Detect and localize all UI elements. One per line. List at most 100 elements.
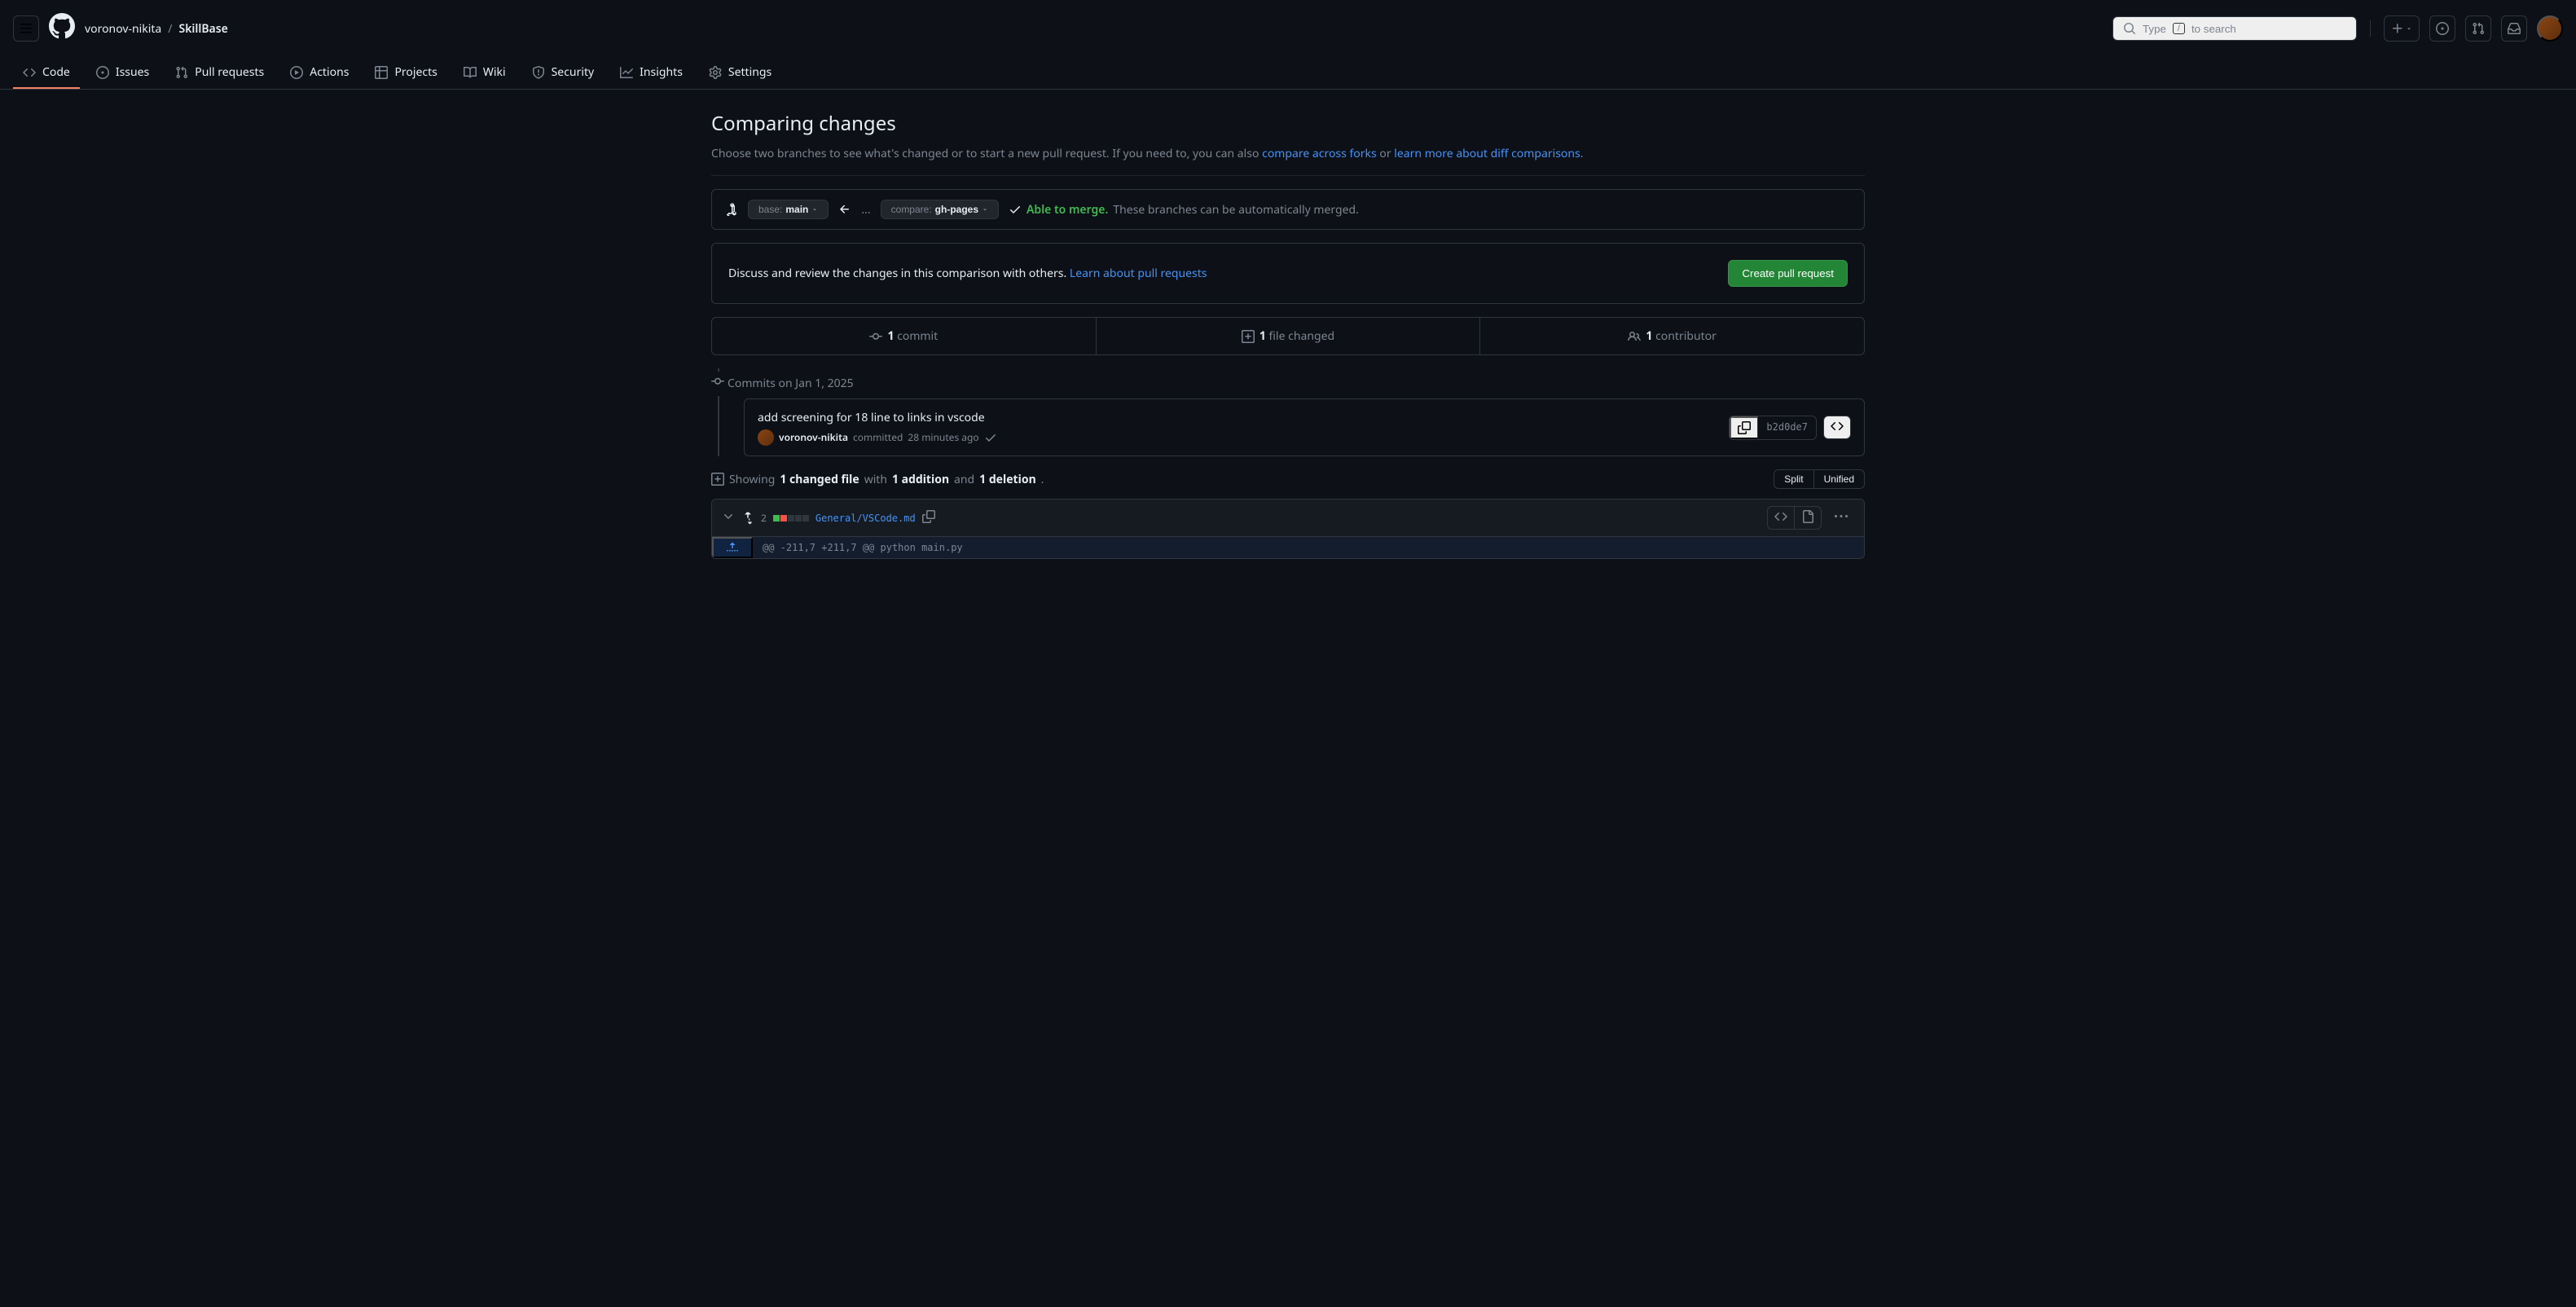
file-header: 2 General/VSCode.md xyxy=(712,499,1864,537)
owner-link[interactable]: voronov-nikita xyxy=(85,20,161,37)
nav-actions[interactable]: Actions xyxy=(280,57,358,89)
learn-more-link[interactable]: learn more about diff comparisons xyxy=(1394,146,1580,161)
learn-pr-link[interactable]: Learn about pull requests xyxy=(1070,266,1207,281)
merge-status: Able to merge. These branches can be aut… xyxy=(1009,201,1359,218)
nav-security[interactable]: Security xyxy=(522,57,604,89)
files-label: file changed xyxy=(1266,328,1334,344)
verified-check-icon xyxy=(984,431,997,444)
search-button[interactable]: Type / to search xyxy=(2112,16,2357,41)
diff-block-neutral xyxy=(802,515,809,521)
commit-title-link[interactable]: add screening for 18 line to links in vs… xyxy=(758,409,997,426)
compare-forks-link[interactable]: compare across forks xyxy=(1262,146,1377,161)
create-new-button[interactable] xyxy=(2384,15,2420,42)
repo-link[interactable]: SkillBase xyxy=(179,20,228,37)
stat-contributors: 1 contributor xyxy=(1480,318,1864,354)
nav-projects[interactable]: Projects xyxy=(365,57,446,89)
git-pull-request-icon xyxy=(2472,22,2485,35)
commit-author-link[interactable]: voronov-nikita xyxy=(779,430,848,445)
diff-block-del xyxy=(780,515,787,521)
people-icon xyxy=(1628,330,1641,343)
page-subtitle: Choose two branches to see what's change… xyxy=(711,145,1865,176)
nav-issues[interactable]: Issues xyxy=(86,57,159,89)
deletion-count: 1 deletion xyxy=(979,471,1036,488)
stat-files: 1 file changed xyxy=(1097,318,1481,354)
filename-link[interactable]: General/VSCode.md xyxy=(815,511,916,526)
copy-sha-button[interactable] xyxy=(1730,416,1758,439)
notifications-button[interactable] xyxy=(2501,15,2527,42)
nav-pulls[interactable]: Pull requests xyxy=(165,57,274,89)
dropdown-caret-icon xyxy=(811,206,818,213)
rendered-view-button[interactable] xyxy=(1795,507,1821,529)
nav-pulls-label: Pull requests xyxy=(195,64,264,81)
diff-stat-count: 2 xyxy=(761,511,767,526)
changed-file-link[interactable]: 1 changed file xyxy=(780,471,859,488)
unified-view-button[interactable]: Unified xyxy=(1814,470,1864,488)
commits-count: 1 xyxy=(887,328,894,344)
diff-summary: Showing 1 changed file with 1 addition a… xyxy=(711,471,1044,488)
breadcrumb: voronov-nikita / SkillBase xyxy=(85,20,228,37)
page-title: Comparing changes xyxy=(711,109,1865,139)
hamburger-menu-button[interactable] xyxy=(13,15,39,42)
arrow-left-icon xyxy=(838,203,851,216)
file-actions-menu-button[interactable] xyxy=(1828,507,1854,529)
pull-requests-button[interactable] xyxy=(2465,15,2491,42)
browse-repo-button[interactable] xyxy=(1823,416,1851,439)
split-view-button[interactable]: Split xyxy=(1774,470,1813,488)
diff-block-neutral xyxy=(795,515,802,521)
stat-commits: 1 commit xyxy=(712,318,1097,354)
compare-branch-select[interactable]: compare: gh-pages xyxy=(881,200,999,219)
code-icon xyxy=(1774,510,1787,523)
compare-label: compare: xyxy=(891,204,932,215)
commit-icon xyxy=(869,330,882,343)
kebab-icon xyxy=(1835,510,1848,523)
dropdown-caret-icon xyxy=(2406,25,2412,32)
discuss-box: Discuss and review the changes in this c… xyxy=(711,243,1865,304)
commit-author-avatar[interactable] xyxy=(758,429,774,446)
nav-settings[interactable]: Settings xyxy=(699,57,781,89)
toggle-diff-button[interactable] xyxy=(722,510,735,526)
expand-up-button[interactable] xyxy=(712,537,753,558)
range-editor: base: main ... compare: gh-pages Able to… xyxy=(711,189,1865,230)
graph-icon xyxy=(620,66,633,79)
file-view-group xyxy=(1767,506,1822,530)
nav-security-label: Security xyxy=(552,64,595,81)
source-view-button[interactable] xyxy=(1768,507,1795,529)
copy-filename-button[interactable] xyxy=(922,510,935,526)
nav-wiki-label: Wiki xyxy=(483,64,506,81)
create-pull-request-button[interactable]: Create pull request xyxy=(1728,260,1848,287)
copy-icon xyxy=(1738,421,1751,434)
diff-block-add xyxy=(773,515,780,521)
main-container: Comparing changes Choose two branches to… xyxy=(685,90,1891,579)
breadcrumb-separator: / xyxy=(168,20,172,37)
sha-link[interactable]: b2d0de7 xyxy=(1758,416,1816,439)
issues-button[interactable] xyxy=(2429,15,2455,42)
nav-code[interactable]: Code xyxy=(13,57,80,89)
check-icon xyxy=(1009,203,1022,216)
commit-meta: voronov-nikita committed 28 minutes ago xyxy=(758,429,997,446)
hunk-row: @@ -211,7 +211,7 @@ python main.py xyxy=(712,537,1864,558)
discuss-text-wrap: Discuss and review the changes in this c… xyxy=(728,265,1207,282)
shield-icon xyxy=(532,66,545,79)
timeline-date: Commits on Jan 1, 2025 xyxy=(728,375,854,392)
commit-timeline: Commits on Jan 1, 2025 add screening for… xyxy=(711,368,1865,456)
base-branch-select[interactable]: base: main xyxy=(748,200,829,219)
addition-count: 1 addition xyxy=(892,471,949,488)
subtitle-text: Choose two branches to see what's change… xyxy=(711,146,1262,161)
inbox-icon xyxy=(2508,22,2521,35)
dropdown-caret-icon xyxy=(982,206,988,213)
nav-wiki[interactable]: Wiki xyxy=(454,57,516,89)
header-divider xyxy=(2370,20,2371,37)
github-logo-link[interactable] xyxy=(49,13,75,44)
nav-insights[interactable]: Insights xyxy=(610,57,692,89)
menu-icon xyxy=(20,22,33,35)
nav-actions-label: Actions xyxy=(310,64,349,81)
nav-insights-label: Insights xyxy=(640,64,683,81)
sha-group: b2d0de7 xyxy=(1729,416,1817,440)
expand-all-icon[interactable] xyxy=(741,512,754,525)
contributors-label: contributor xyxy=(1652,328,1717,344)
user-avatar[interactable] xyxy=(2537,15,2563,42)
timeline-date-header: Commits on Jan 1, 2025 xyxy=(728,368,1865,398)
pull-request-icon xyxy=(175,66,188,79)
code-icon xyxy=(1831,420,1844,433)
hunk-header-text: @@ -211,7 +211,7 @@ python main.py xyxy=(753,537,1864,558)
